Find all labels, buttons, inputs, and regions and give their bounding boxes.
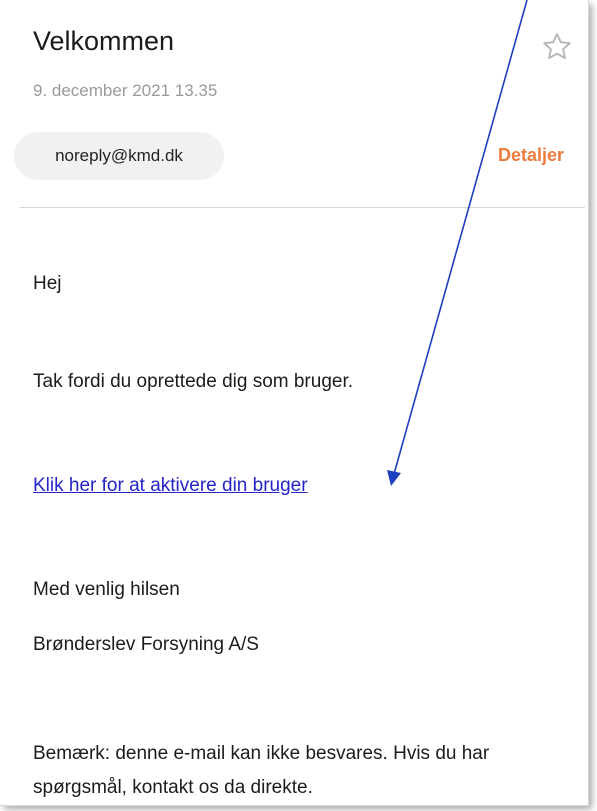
note-line-2: spørgsmål, kontakt os da direkte. [33,777,313,798]
email-date: 9. december 2021 13.35 [33,81,218,100]
email-view: Velkommen 9. december 2021 13.35 noreply… [0,0,588,805]
thanks-text: Tak fordi du oprettede dig som bruger. [33,371,354,392]
divider [20,207,585,208]
sender-chip[interactable]: noreply@kmd.dk [14,132,224,180]
activate-account-link[interactable]: Klik her for at aktivere din bruger [33,475,308,497]
note-line-1: Bemærk: denne e-mail kan ikke besvares. … [33,743,490,764]
email-subject: Velkommen [33,26,175,56]
regards-text: Med venlig hilsen [33,579,180,600]
star-icon[interactable] [540,30,574,64]
details-link[interactable]: Detaljer [498,145,564,166]
sender-address: noreply@kmd.dk [55,146,183,165]
no-reply-note: Bemærk: denne e-mail kan ikke besvares. … [33,737,588,805]
greeting-text: Hej [33,273,62,294]
company-name: Brønderslev Forsyning A/S [33,634,259,655]
